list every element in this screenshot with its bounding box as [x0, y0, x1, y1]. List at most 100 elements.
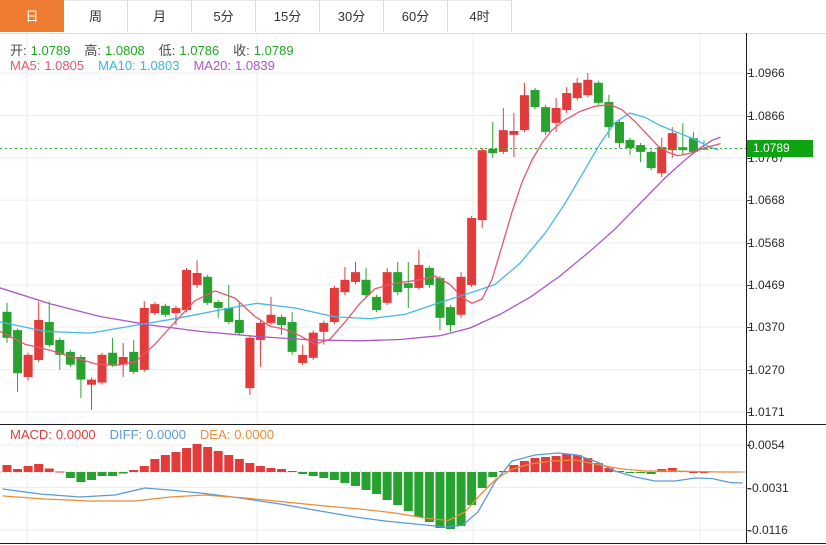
candle-body	[541, 107, 550, 132]
macd-bar	[129, 470, 138, 472]
info-value: 1.0839	[235, 58, 275, 73]
macd-bar	[245, 463, 254, 472]
candle-body	[24, 355, 33, 377]
price-axis-line	[746, 33, 747, 543]
macd-bar	[182, 448, 191, 472]
candle-body	[214, 302, 223, 308]
candle-body	[203, 277, 212, 303]
macd-bar	[288, 471, 297, 472]
candle-body	[404, 283, 413, 288]
ohlc-info-row: 开:1.0789高:1.0808低:1.0786收:1.0789	[10, 40, 308, 59]
candle-body	[594, 83, 603, 103]
macd-bar	[488, 472, 497, 477]
candle-body	[562, 93, 571, 110]
candle-body	[435, 278, 444, 318]
macd-bar	[562, 454, 571, 472]
candle-body	[45, 322, 54, 345]
macd-bar	[45, 469, 54, 473]
bottom-border	[0, 543, 826, 544]
price-tick-label: 1.0668	[748, 193, 785, 207]
candle-body	[140, 308, 149, 370]
candle-body	[340, 280, 349, 292]
price-tick-label: 1.0966	[748, 66, 785, 80]
current-price-badge: 1.0789	[747, 140, 813, 157]
ma20-line	[0, 137, 720, 340]
info-value: 1.0789	[31, 43, 71, 58]
macd-bar	[457, 472, 466, 526]
macd-bar	[647, 472, 656, 474]
candle-body	[573, 83, 582, 98]
macd-bar	[235, 459, 244, 472]
macd-bar	[98, 472, 107, 476]
macd-bar	[351, 472, 360, 486]
ma5-line	[0, 105, 720, 366]
candle-body	[351, 272, 360, 282]
macd-bar	[87, 472, 96, 480]
candle-body	[245, 338, 254, 388]
candle-body	[66, 352, 75, 365]
macd-bar	[478, 472, 487, 488]
macd-bar	[277, 469, 286, 472]
macd-tick-label: -0.0116	[748, 523, 788, 537]
info-label: DEA:	[200, 427, 230, 442]
info-label: 收:	[233, 43, 250, 58]
macd-tick-label: 0.0054	[748, 438, 785, 452]
info-label: MA5:	[10, 58, 40, 73]
macd-bar	[267, 468, 276, 472]
macd-bar	[193, 444, 202, 472]
info-label: 开:	[10, 43, 27, 58]
ma10-line	[0, 113, 718, 333]
candle-body	[224, 308, 233, 322]
candle-body	[108, 353, 117, 365]
info-value: 1.0786	[179, 43, 219, 58]
macd-bar	[541, 457, 550, 472]
macd-bar	[66, 472, 75, 478]
candle-body	[267, 315, 276, 323]
macd-info-row: MACD:0.0000DIFF:0.0000DEA:0.0000	[10, 427, 288, 442]
macd-bar	[362, 472, 371, 490]
macd-bar	[119, 472, 128, 474]
candle-body	[319, 323, 328, 332]
macd-bar	[256, 466, 265, 472]
price-tick-label: 1.0171	[748, 405, 785, 419]
candlestick-chart[interactable]	[0, 0, 746, 545]
macd-bar	[224, 455, 233, 472]
candle-body	[193, 273, 202, 285]
candle-body	[531, 90, 540, 107]
candle-body	[478, 150, 487, 220]
candle-body	[288, 322, 297, 352]
candle-body	[488, 149, 497, 153]
macd-bar	[150, 459, 159, 472]
candle-body	[520, 95, 529, 130]
macd-bar	[425, 472, 434, 522]
candle-body	[372, 297, 381, 310]
macd-bar	[404, 472, 413, 511]
macd-bar	[552, 456, 561, 472]
panel-separator	[0, 424, 826, 425]
candle-body	[34, 320, 43, 360]
macd-bar	[171, 452, 180, 472]
info-value: 1.0808	[105, 43, 145, 58]
candle-body	[647, 152, 656, 168]
candle-body	[13, 330, 22, 373]
macd-bar	[108, 472, 117, 476]
macd-bar	[340, 472, 349, 483]
candle-body	[150, 304, 159, 313]
macd-bar	[76, 472, 85, 482]
candle-body	[362, 280, 371, 295]
info-value: 1.0805	[44, 58, 84, 73]
macd-bar	[298, 472, 307, 474]
macd-bar	[203, 447, 212, 472]
candle-body	[626, 140, 635, 148]
info-value: 0.0000	[146, 427, 186, 442]
info-label: 低:	[159, 43, 176, 58]
macd-bar	[24, 466, 33, 472]
candle-body	[668, 133, 677, 150]
candle-body	[182, 270, 191, 310]
candle-body	[98, 355, 107, 383]
price-tick-label: 1.0469	[748, 278, 785, 292]
macd-bar	[140, 466, 149, 472]
candle-body	[161, 306, 170, 315]
candle-body	[309, 333, 318, 358]
candle-body	[87, 380, 96, 385]
